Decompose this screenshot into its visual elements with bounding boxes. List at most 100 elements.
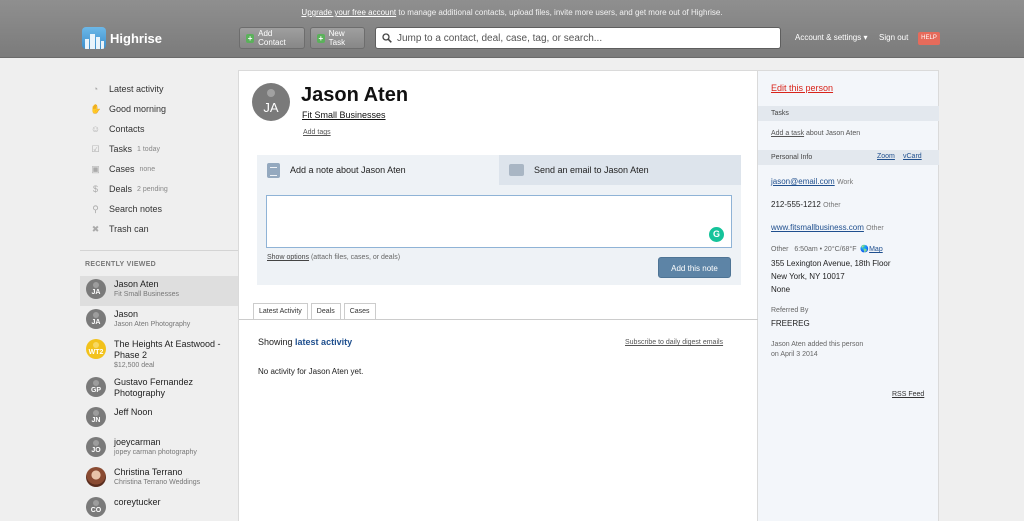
email-type: Work bbox=[836, 179, 854, 186]
avatar-initials: JA bbox=[91, 319, 101, 326]
tab-add-note-label: Add a note about Jason Aten bbox=[290, 165, 406, 175]
avatar-initials: CO bbox=[90, 507, 102, 514]
showing-label: Showing bbox=[258, 337, 293, 347]
sidebar-item-tasks[interactable]: ☑ Tasks 1 today bbox=[80, 139, 238, 159]
avatar: WT2 bbox=[86, 339, 106, 359]
list-item[interactable]: JA Jason Jason Aten Photography bbox=[80, 306, 238, 336]
address-meta: Other 6:50am • 20°C/68°F 🌎Map bbox=[771, 245, 883, 253]
upgrade-link[interactable]: Upgrade your free account bbox=[301, 8, 396, 17]
avatar bbox=[86, 467, 106, 487]
phone-number: 212-555-1212 bbox=[771, 200, 821, 209]
sidebar-item-label: Cases bbox=[109, 164, 135, 174]
new-task-label: New Task bbox=[328, 29, 346, 47]
referred-by-label: Referred By bbox=[771, 307, 809, 314]
tab-cases[interactable]: Cases bbox=[343, 303, 376, 319]
tab-add-note[interactable]: Add a note about Jason Aten bbox=[257, 155, 499, 185]
plus-icon: + bbox=[317, 33, 325, 43]
tab-send-email[interactable]: Send an email to Jason Aten bbox=[499, 155, 741, 185]
subscribe-digest-link[interactable]: Subscribe to daily digest emails bbox=[625, 339, 723, 346]
sidebar: ◔ Latest activity ✋ Good morning ☺ Contacts ☑ T… bbox=[80, 70, 238, 521]
sidebar-item-label: Trash can bbox=[109, 224, 149, 234]
sidebar-item-cases[interactable]: ▣ Cases none bbox=[80, 159, 238, 179]
person-icon: ☺ bbox=[90, 123, 101, 134]
address-line-3: None bbox=[771, 285, 791, 294]
avatar: JN bbox=[86, 407, 106, 427]
company-link[interactable]: Fit Small Businesses bbox=[302, 110, 386, 120]
highrise-logo[interactable]: Highrise bbox=[82, 27, 162, 49]
email-link[interactable]: jason@email.com bbox=[771, 177, 835, 186]
avatar-initials: GP bbox=[90, 387, 102, 394]
sidebar-item-contacts[interactable]: ☺ Contacts bbox=[80, 119, 238, 139]
rss-feed-link[interactable]: RSS Feed bbox=[892, 391, 924, 398]
added-by-line: Jason Aten added this person bbox=[771, 341, 864, 348]
sidebar-item-trash-can[interactable]: ✖ Trash can bbox=[80, 219, 238, 239]
list-item[interactable]: WT2 The Heights At Eastwood - Phase 2 $12,… bbox=[80, 336, 238, 374]
new-task-button[interactable]: + New Task bbox=[310, 27, 365, 49]
address-line-2: New York, NY 10017 bbox=[771, 272, 845, 281]
help-button[interactable]: HELP bbox=[918, 32, 940, 45]
sidebar-item-latest-activity[interactable]: ◔ Latest activity bbox=[80, 79, 238, 99]
add-note-button[interactable]: Add this note bbox=[658, 257, 731, 278]
recent-item-name: Jason Aten bbox=[114, 279, 159, 289]
sidebar-item-label: Contacts bbox=[109, 124, 145, 134]
sidebar-item-good-morning[interactable]: ✋ Good morning bbox=[80, 99, 238, 119]
activity-tabs: Latest Activity Deals Cases bbox=[253, 303, 379, 319]
avatar-initials: JN bbox=[91, 417, 101, 424]
recently-viewed-list: JA Jason Aten Fit Small Businesses JA Jason J… bbox=[80, 276, 238, 521]
list-item[interactable]: JN Jeff Noon bbox=[80, 404, 238, 434]
add-task-row: Add a task about Jason Aten bbox=[771, 130, 860, 137]
list-item[interactable]: JA Jason Aten Fit Small Businesses bbox=[80, 276, 238, 306]
recent-item-name: Gustavo Fernandez Photography bbox=[114, 377, 194, 398]
note-textarea[interactable] bbox=[266, 195, 732, 248]
sidebar-nav: ◔ Latest activity ✋ Good morning ☺ Contacts ☑ T… bbox=[80, 79, 238, 239]
list-item[interactable]: Christina Terrano Christina Terrano Weddi… bbox=[80, 464, 238, 494]
add-task-context: about Jason Aten bbox=[804, 130, 861, 137]
recent-item-name: Jeff Noon bbox=[114, 407, 153, 417]
sidebar-item-search-notes[interactable]: ⚲ Search notes bbox=[80, 199, 238, 219]
recent-item-name: The Heights At Eastwood - Phase 2 bbox=[114, 339, 221, 360]
upgrade-text: to manage additional contacts, upload fi… bbox=[396, 8, 723, 17]
add-task-link[interactable]: Add a task bbox=[771, 130, 804, 137]
edit-person-link[interactable]: Edit this person bbox=[771, 83, 833, 93]
website-link[interactable]: www.fitsmallbusiness.com bbox=[771, 223, 864, 232]
add-tags-link[interactable]: Add tags bbox=[303, 129, 331, 136]
recent-item-subtitle: $12,500 deal bbox=[114, 362, 155, 369]
add-contact-label: Add Contact bbox=[258, 29, 286, 47]
avatar: JA bbox=[86, 309, 106, 329]
avatar: GP bbox=[86, 377, 106, 397]
search-box[interactable] bbox=[375, 27, 781, 49]
vcard-link[interactable]: vCard bbox=[903, 153, 922, 160]
top-header: Upgrade your free account to manage addi… bbox=[0, 0, 1024, 58]
grammarly-icon[interactable]: G bbox=[709, 227, 724, 242]
show-options-link[interactable]: Show options bbox=[267, 254, 309, 261]
search-icon bbox=[382, 33, 392, 43]
add-contact-button[interactable]: + Add Contact bbox=[239, 27, 305, 49]
recent-item-name: coreytucker bbox=[114, 497, 161, 507]
added-on-date: on April 3 2014 bbox=[771, 351, 818, 358]
search-icon: ⚲ bbox=[92, 203, 99, 214]
avatar-initials: JO bbox=[91, 447, 101, 454]
search-input[interactable] bbox=[397, 32, 777, 44]
plus-icon: + bbox=[246, 33, 255, 43]
upgrade-banner: Upgrade your free account to manage addi… bbox=[0, 8, 1024, 17]
showing-filter: Showing latest activity bbox=[258, 337, 352, 347]
sign-out-link[interactable]: Sign out bbox=[879, 33, 908, 42]
list-item[interactable]: CO coreytucker bbox=[80, 494, 238, 521]
tab-deals[interactable]: Deals bbox=[310, 303, 341, 319]
sidebar-item-label: Good morning bbox=[109, 104, 167, 114]
divider bbox=[239, 319, 759, 320]
page-title: Jason Aten bbox=[301, 84, 409, 106]
empty-activity-message: No activity for Jason Aten yet. bbox=[258, 367, 364, 376]
list-item[interactable]: GP Gustavo Fernandez Photography bbox=[80, 374, 238, 404]
globe-icon: 🌎 bbox=[860, 246, 870, 253]
latest-activity-filter-link[interactable]: latest activity bbox=[295, 337, 352, 347]
zoom-link[interactable]: Zoom bbox=[877, 153, 895, 160]
recent-item-subtitle: Fit Small Businesses bbox=[114, 291, 179, 298]
referred-by-value: FREEREG bbox=[771, 319, 810, 328]
sidebar-item-deals[interactable]: $ Deals 2 pending bbox=[80, 179, 238, 199]
map-link[interactable]: Map bbox=[869, 246, 883, 253]
account-settings-menu[interactable]: Account & settings ▾ bbox=[795, 33, 868, 42]
tab-latest-activity[interactable]: Latest Activity bbox=[253, 303, 308, 319]
avatar: JA bbox=[86, 279, 106, 299]
list-item[interactable]: JO joeycarman jopey carman photography bbox=[80, 434, 238, 464]
